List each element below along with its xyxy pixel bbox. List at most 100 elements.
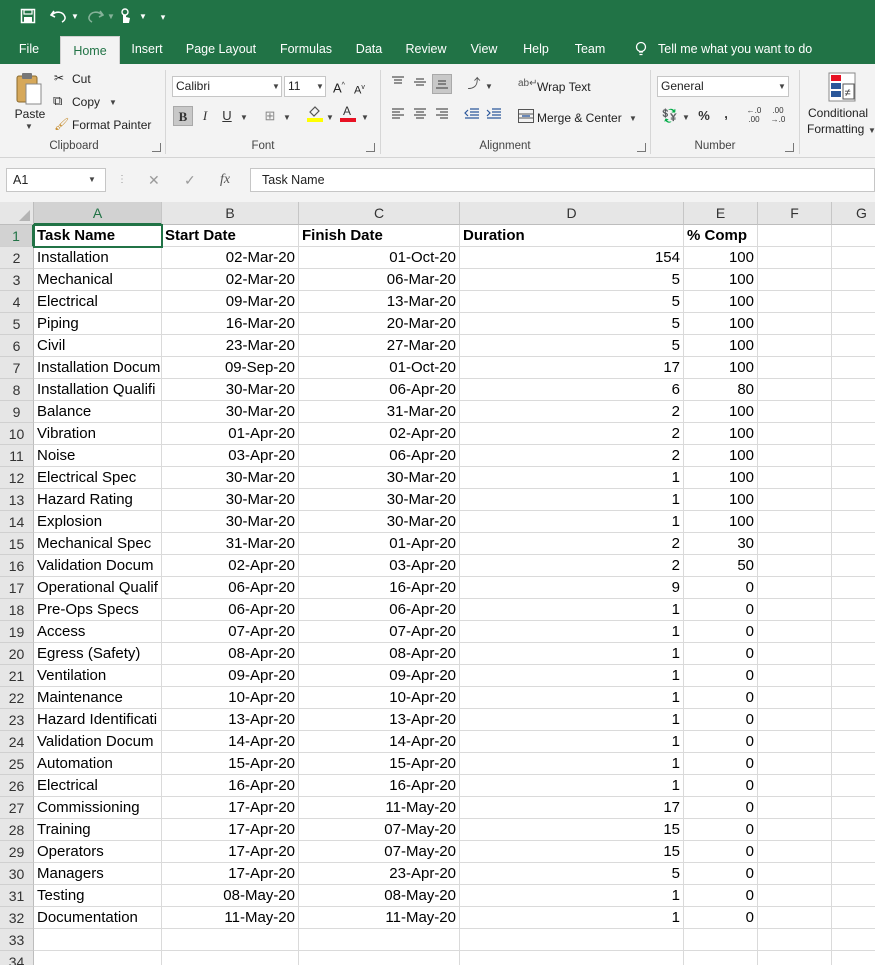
table-cell[interactable] xyxy=(832,247,875,269)
table-cell[interactable]: 06-Apr-20 xyxy=(162,599,299,621)
column-header-e[interactable]: E xyxy=(684,202,758,225)
tab-team[interactable]: Team xyxy=(570,34,610,64)
align-center-icon[interactable] xyxy=(410,106,430,126)
table-cell[interactable]: 16-Apr-20 xyxy=(299,775,460,797)
table-cell[interactable]: 17-Apr-20 xyxy=(162,841,299,863)
table-cell[interactable]: 0 xyxy=(684,819,758,841)
row-header[interactable]: 27 xyxy=(0,797,34,819)
table-cell[interactable] xyxy=(832,621,875,643)
row-header[interactable]: 11 xyxy=(0,445,34,467)
tab-home[interactable]: Home xyxy=(60,36,120,64)
bottom-align-icon[interactable] xyxy=(432,74,452,94)
row-header[interactable]: 18 xyxy=(0,599,34,621)
table-cell[interactable]: 154 xyxy=(460,247,684,269)
table-cell[interactable]: 50 xyxy=(684,555,758,577)
table-cell[interactable]: 08-May-20 xyxy=(162,885,299,907)
table-cell[interactable]: 30-Mar-20 xyxy=(162,467,299,489)
row-header[interactable]: 8 xyxy=(0,379,34,401)
table-cell[interactable]: Explosion xyxy=(34,511,162,533)
table-cell[interactable]: Operators xyxy=(34,841,162,863)
table-cell[interactable]: 30-Mar-20 xyxy=(162,489,299,511)
table-cell[interactable]: Noise xyxy=(34,445,162,467)
increase-font-icon[interactable]: A^ xyxy=(333,78,345,96)
table-cell[interactable] xyxy=(758,819,832,841)
table-cell[interactable] xyxy=(832,665,875,687)
table-cell[interactable] xyxy=(758,885,832,907)
table-cell[interactable] xyxy=(832,291,875,313)
underline-button[interactable]: U xyxy=(217,106,237,126)
column-header-f[interactable]: F xyxy=(758,202,832,225)
clipboard-launcher-icon[interactable] xyxy=(152,143,161,152)
table-cell[interactable] xyxy=(758,247,832,269)
conditional-formatting-button[interactable]: Conditional xyxy=(808,105,868,121)
bold-button[interactable]: B xyxy=(173,106,193,126)
copy-dropdown-icon[interactable]: ▼ xyxy=(109,98,117,107)
column-header-a[interactable]: A xyxy=(34,202,162,225)
table-cell[interactable]: 0 xyxy=(684,731,758,753)
table-cell[interactable]: 06-Apr-20 xyxy=(299,445,460,467)
table-cell[interactable]: 06-Apr-20 xyxy=(299,599,460,621)
table-cell[interactable]: 1 xyxy=(460,885,684,907)
table-cell[interactable]: 15-Apr-20 xyxy=(299,753,460,775)
table-cell[interactable] xyxy=(758,665,832,687)
enter-icon[interactable]: ✓ xyxy=(184,170,196,190)
tab-review[interactable]: Review xyxy=(402,34,450,64)
table-cell[interactable]: Installation Docum xyxy=(34,357,162,379)
table-cell[interactable]: 100 xyxy=(684,511,758,533)
tell-me-search[interactable]: Tell me what you want to do xyxy=(658,34,818,64)
header-cell[interactable]: Duration xyxy=(460,225,684,247)
redo-dropdown-icon[interactable]: ▼ xyxy=(106,8,116,26)
middle-align-icon[interactable] xyxy=(410,74,430,94)
fill-color-icon[interactable] xyxy=(305,104,325,124)
tab-data[interactable]: Data xyxy=(350,34,388,64)
table-cell[interactable] xyxy=(832,533,875,555)
row-header[interactable]: 1 xyxy=(0,225,34,247)
table-cell[interactable]: 1 xyxy=(460,621,684,643)
table-cell[interactable] xyxy=(832,599,875,621)
row-header[interactable]: 16 xyxy=(0,555,34,577)
underline-dropdown-icon[interactable]: ▼ xyxy=(240,113,248,122)
alignment-launcher-icon[interactable] xyxy=(637,143,646,152)
row-header[interactable]: 5 xyxy=(0,313,34,335)
row-header[interactable]: 17 xyxy=(0,577,34,599)
table-cell[interactable]: 07-May-20 xyxy=(299,841,460,863)
table-cell[interactable] xyxy=(460,929,684,951)
table-cell[interactable] xyxy=(299,951,460,965)
table-cell[interactable] xyxy=(832,313,875,335)
table-cell[interactable]: 03-Apr-20 xyxy=(299,555,460,577)
table-cell[interactable]: 10-Apr-20 xyxy=(162,687,299,709)
table-cell[interactable] xyxy=(758,379,832,401)
orientation-icon[interactable]: ⤴ xyxy=(464,74,484,94)
header-cell[interactable]: Finish Date xyxy=(299,225,460,247)
percent-style-button[interactable]: % xyxy=(694,106,714,126)
table-cell[interactable]: 0 xyxy=(684,599,758,621)
table-cell[interactable]: 15 xyxy=(460,819,684,841)
table-cell[interactable]: 31-Mar-20 xyxy=(299,401,460,423)
row-header[interactable]: 25 xyxy=(0,753,34,775)
table-cell[interactable] xyxy=(832,907,875,929)
table-cell[interactable]: 30-Mar-20 xyxy=(299,489,460,511)
table-cell[interactable]: 11-May-20 xyxy=(299,797,460,819)
row-header[interactable]: 31 xyxy=(0,885,34,907)
table-cell[interactable]: 17-Apr-20 xyxy=(162,797,299,819)
table-cell[interactable] xyxy=(758,753,832,775)
table-cell[interactable] xyxy=(758,533,832,555)
table-cell[interactable] xyxy=(832,489,875,511)
table-cell[interactable] xyxy=(758,445,832,467)
table-cell[interactable]: 16-Apr-20 xyxy=(162,775,299,797)
font-color-dropdown-icon[interactable]: ▼ xyxy=(361,113,369,122)
table-cell[interactable]: 1 xyxy=(460,665,684,687)
name-box-dropdown-icon[interactable]: ▼ xyxy=(88,175,96,184)
table-cell[interactable] xyxy=(758,401,832,423)
table-cell[interactable] xyxy=(162,929,299,951)
table-cell[interactable] xyxy=(758,797,832,819)
undo-icon[interactable] xyxy=(50,8,70,26)
table-cell[interactable]: 02-Mar-20 xyxy=(162,269,299,291)
copy-button[interactable]: Copy xyxy=(72,94,100,110)
table-cell[interactable] xyxy=(758,731,832,753)
table-cell[interactable]: 11-May-20 xyxy=(299,907,460,929)
table-cell[interactable] xyxy=(832,929,875,951)
table-cell[interactable]: Vibration xyxy=(34,423,162,445)
row-header[interactable]: 29 xyxy=(0,841,34,863)
table-cell[interactable] xyxy=(832,753,875,775)
